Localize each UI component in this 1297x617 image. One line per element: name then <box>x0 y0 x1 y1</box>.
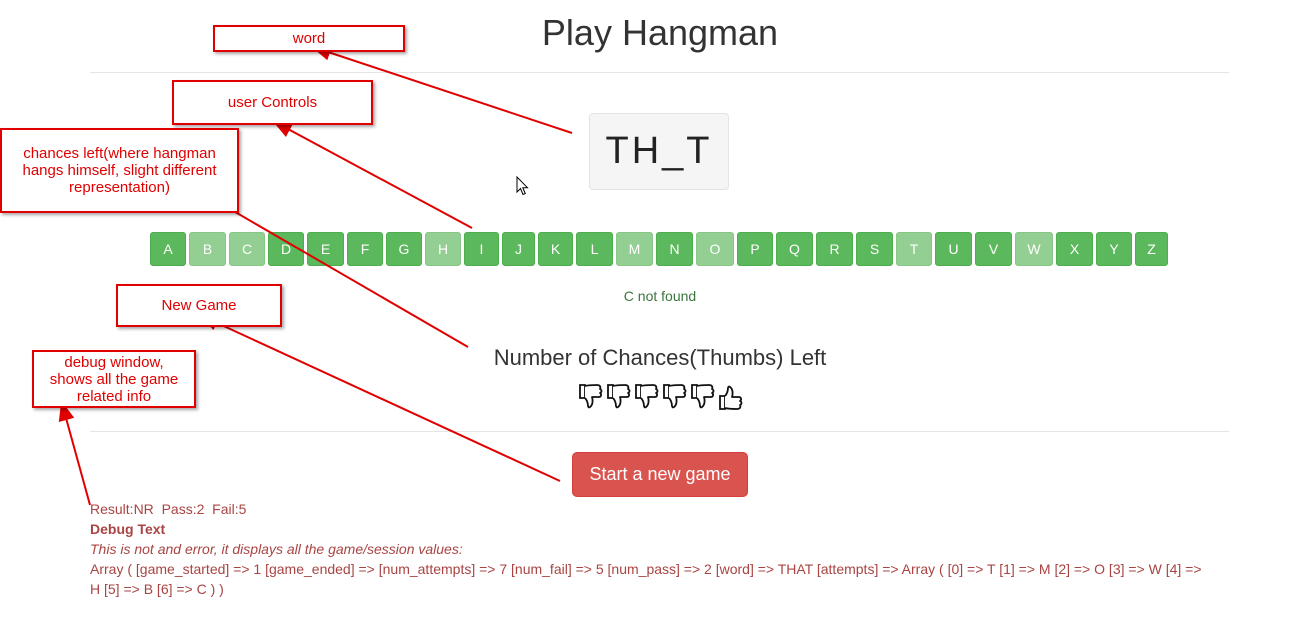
debug-note: This is not and error, it displays all t… <box>90 541 463 557</box>
letter-button-t[interactable]: T <box>896 232 932 266</box>
letter-button-k[interactable]: K <box>538 232 573 266</box>
letter-button-b[interactable]: B <box>189 232 226 266</box>
letter-button-n[interactable]: N <box>656 232 693 266</box>
top-divider <box>90 72 1229 73</box>
letter-button-h[interactable]: H <box>425 232 461 266</box>
arrow-user-controls <box>272 120 473 229</box>
debug-summary: Result:NR Pass:2 Fail:5 <box>90 501 247 517</box>
bottom-divider <box>90 431 1229 432</box>
annotation-chances-left: chances left(where hangman hangs himself… <box>0 128 239 213</box>
thumbs-down-icon <box>635 384 659 409</box>
debug-values-line1: Array ( [game_started] => 1 [game_ended]… <box>90 561 1202 577</box>
start-new-game-button[interactable]: Start a new game <box>572 452 748 497</box>
debug-values-line2: H [5] => B [6] => C ) ) <box>90 581 224 597</box>
letter-button-j[interactable]: J <box>502 232 535 266</box>
thumbs-up-icon <box>719 385 743 410</box>
letter-button-c[interactable]: C <box>229 232 265 266</box>
annotation-user-controls: user Controls <box>172 80 373 125</box>
mouse-cursor-icon <box>516 176 529 196</box>
thumbs-down-icon <box>607 384 631 409</box>
letter-button-f[interactable]: F <box>347 232 383 266</box>
letter-button-o[interactable]: O <box>696 232 734 266</box>
letter-button-a[interactable]: A <box>150 232 186 266</box>
letter-button-p[interactable]: P <box>737 232 773 266</box>
letter-button-i[interactable]: I <box>464 232 499 266</box>
letter-button-v[interactable]: V <box>975 232 1012 266</box>
chances-title: Number of Chances(Thumbs) Left <box>493 345 827 370</box>
letter-button-l[interactable]: L <box>576 232 613 266</box>
letter-button-e[interactable]: E <box>307 232 344 266</box>
letter-button-z[interactable]: Z <box>1135 232 1168 266</box>
letter-button-r[interactable]: R <box>816 232 853 266</box>
debug-window: Result:NR Pass:2 Fail:5 Debug Text This … <box>90 499 1240 599</box>
status-message: C not found <box>623 288 697 304</box>
thumbs-down-icon <box>579 384 603 409</box>
letter-button-s[interactable]: S <box>856 232 893 266</box>
letter-button-x[interactable]: X <box>1056 232 1093 266</box>
annotation-word: word <box>213 25 405 52</box>
letter-button-m[interactable]: M <box>616 232 653 266</box>
letter-button-y[interactable]: Y <box>1096 232 1132 266</box>
thumbs-down-icon <box>663 384 687 409</box>
page-title: Play Hangman <box>541 12 779 53</box>
annotation-debug-window: debug window, shows all the game related… <box>32 350 196 408</box>
letter-button-u[interactable]: U <box>935 232 972 266</box>
arrow-debug-window <box>58 400 91 506</box>
annotation-new-game: New Game <box>116 284 282 327</box>
thumbs-down-icon <box>691 384 715 409</box>
word-display: TH_T <box>589 113 729 190</box>
chances-thumbs <box>577 382 744 412</box>
letter-button-q[interactable]: Q <box>776 232 813 266</box>
letter-button-w[interactable]: W <box>1015 232 1053 266</box>
letter-button-g[interactable]: G <box>386 232 422 266</box>
debug-heading: Debug Text <box>90 521 166 537</box>
letter-button-d[interactable]: D <box>268 232 304 266</box>
